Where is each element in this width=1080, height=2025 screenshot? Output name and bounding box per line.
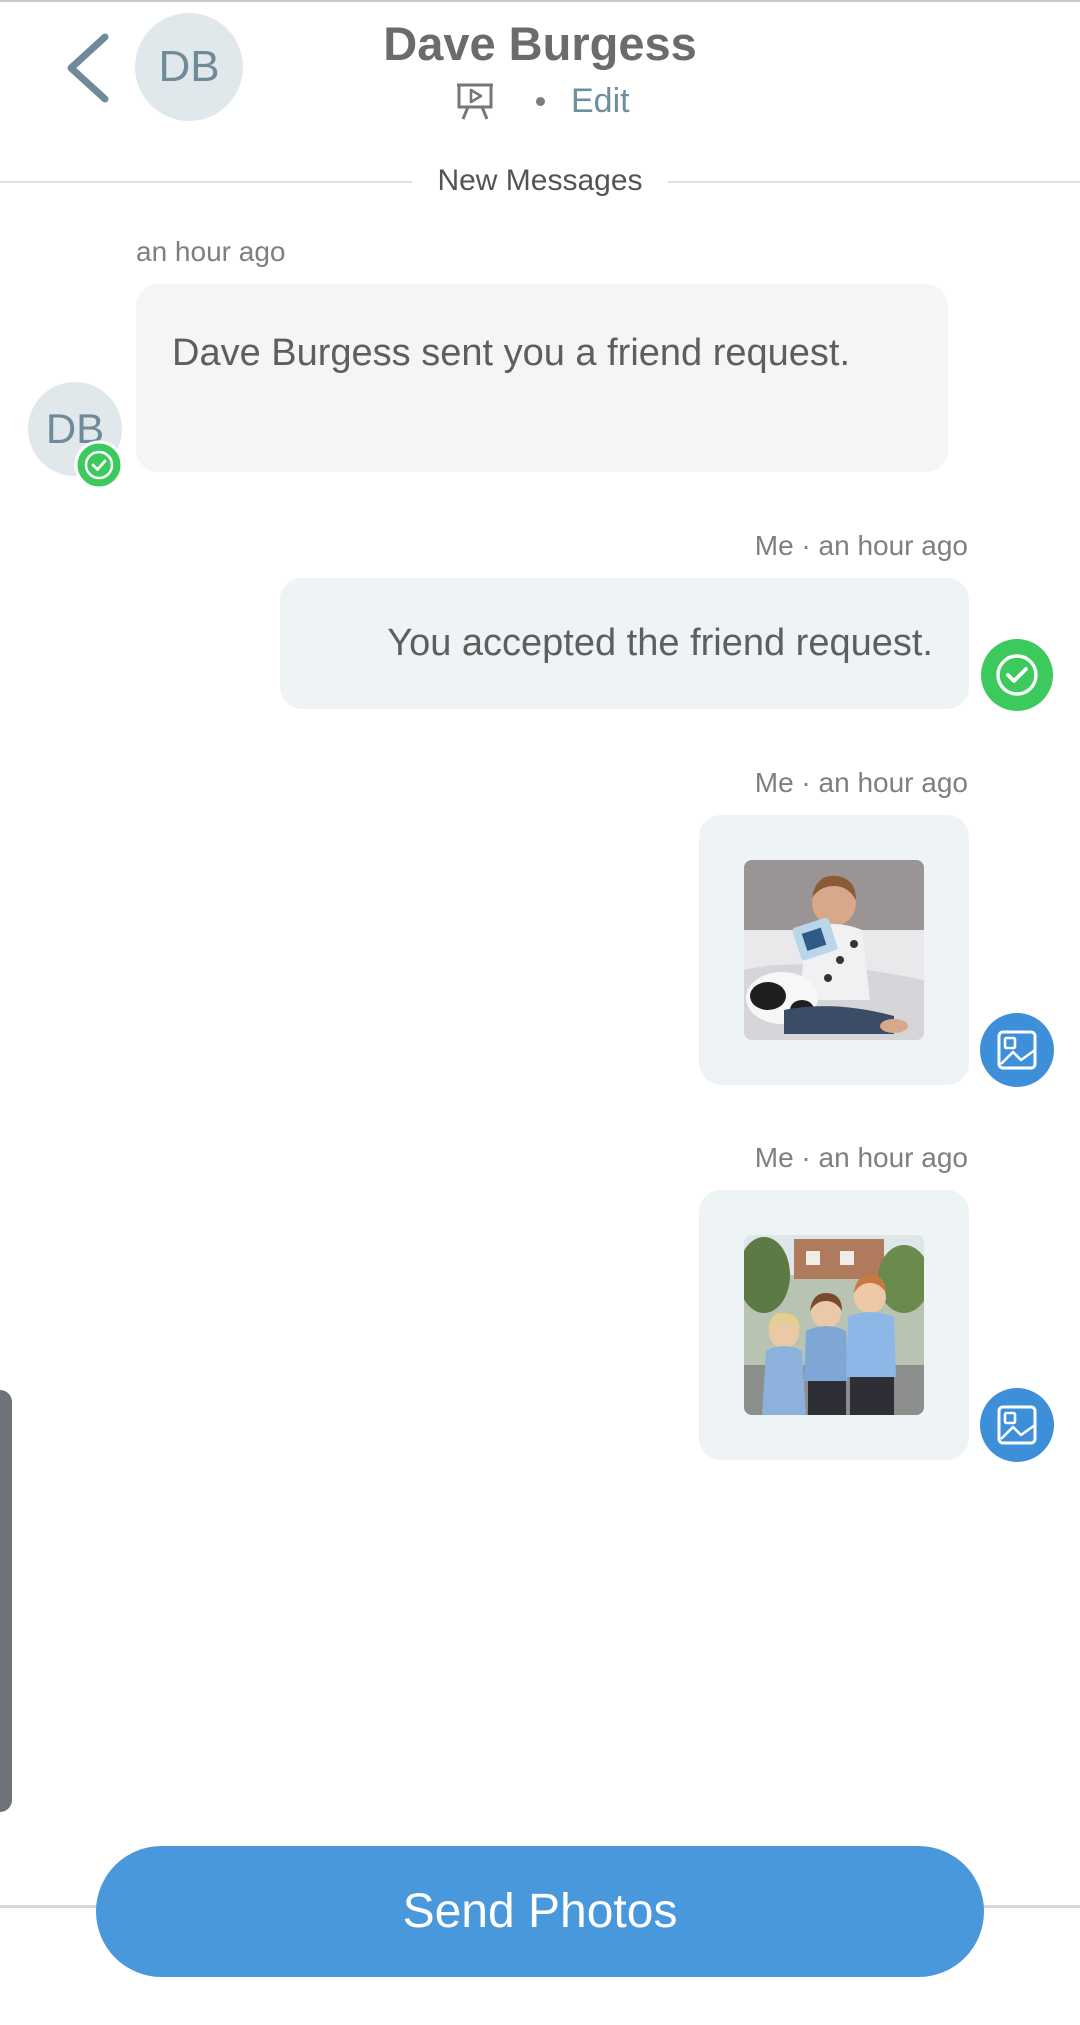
separator-dot [536, 96, 545, 106]
message-text: Dave Burgess sent you a friend request. [172, 332, 851, 374]
divider-line-left [0, 181, 412, 183]
photo-badge [980, 1013, 1054, 1087]
children-photo [744, 1235, 924, 1415]
divider-line-right [668, 181, 1080, 183]
back-button[interactable] [52, 28, 122, 108]
slideshow-icon[interactable] [456, 81, 494, 121]
image-icon [997, 1030, 1037, 1070]
top-border [0, 0, 1080, 2]
image-icon [997, 1405, 1037, 1445]
photo-thumbnail[interactable] [744, 860, 924, 1040]
check-circle-icon [981, 639, 1053, 711]
message-timestamp: Me · an hour ago [754, 1142, 968, 1173]
outgoing-message-bubble[interactable]: You accepted the friend request. [280, 578, 969, 709]
incoming-message-bubble[interactable]: Dave Burgess sent you a friend request. [136, 284, 948, 472]
message-timestamp: Me · an hour ago [754, 530, 968, 561]
contact-avatar-initials: DB [158, 42, 220, 91]
contact-name: Dave Burgess [383, 17, 697, 70]
message-text: You accepted the friend request. [387, 622, 933, 664]
message-timestamp: Me · an hour ago [754, 767, 968, 798]
message-timestamp: an hour ago [136, 236, 286, 267]
outgoing-photo-bubble[interactable] [699, 815, 969, 1085]
toddler-photo [744, 860, 924, 1040]
photo-thumbnail[interactable] [744, 1235, 924, 1415]
edit-link[interactable]: Edit [571, 82, 630, 121]
new-messages-label: New Messages [437, 164, 643, 197]
header-actions: Edit [456, 78, 630, 124]
send-photos-button[interactable]: Send Photos [96, 1846, 984, 1977]
chevron-left-icon [67, 33, 109, 103]
photo-badge [980, 1388, 1054, 1462]
contact-avatar[interactable]: DB [135, 13, 243, 121]
online-check-icon [74, 440, 124, 490]
outgoing-photo-bubble[interactable] [699, 1190, 969, 1460]
new-messages-divider: New Messages [0, 158, 1080, 204]
edge-panel-handle[interactable] [0, 1390, 12, 1812]
